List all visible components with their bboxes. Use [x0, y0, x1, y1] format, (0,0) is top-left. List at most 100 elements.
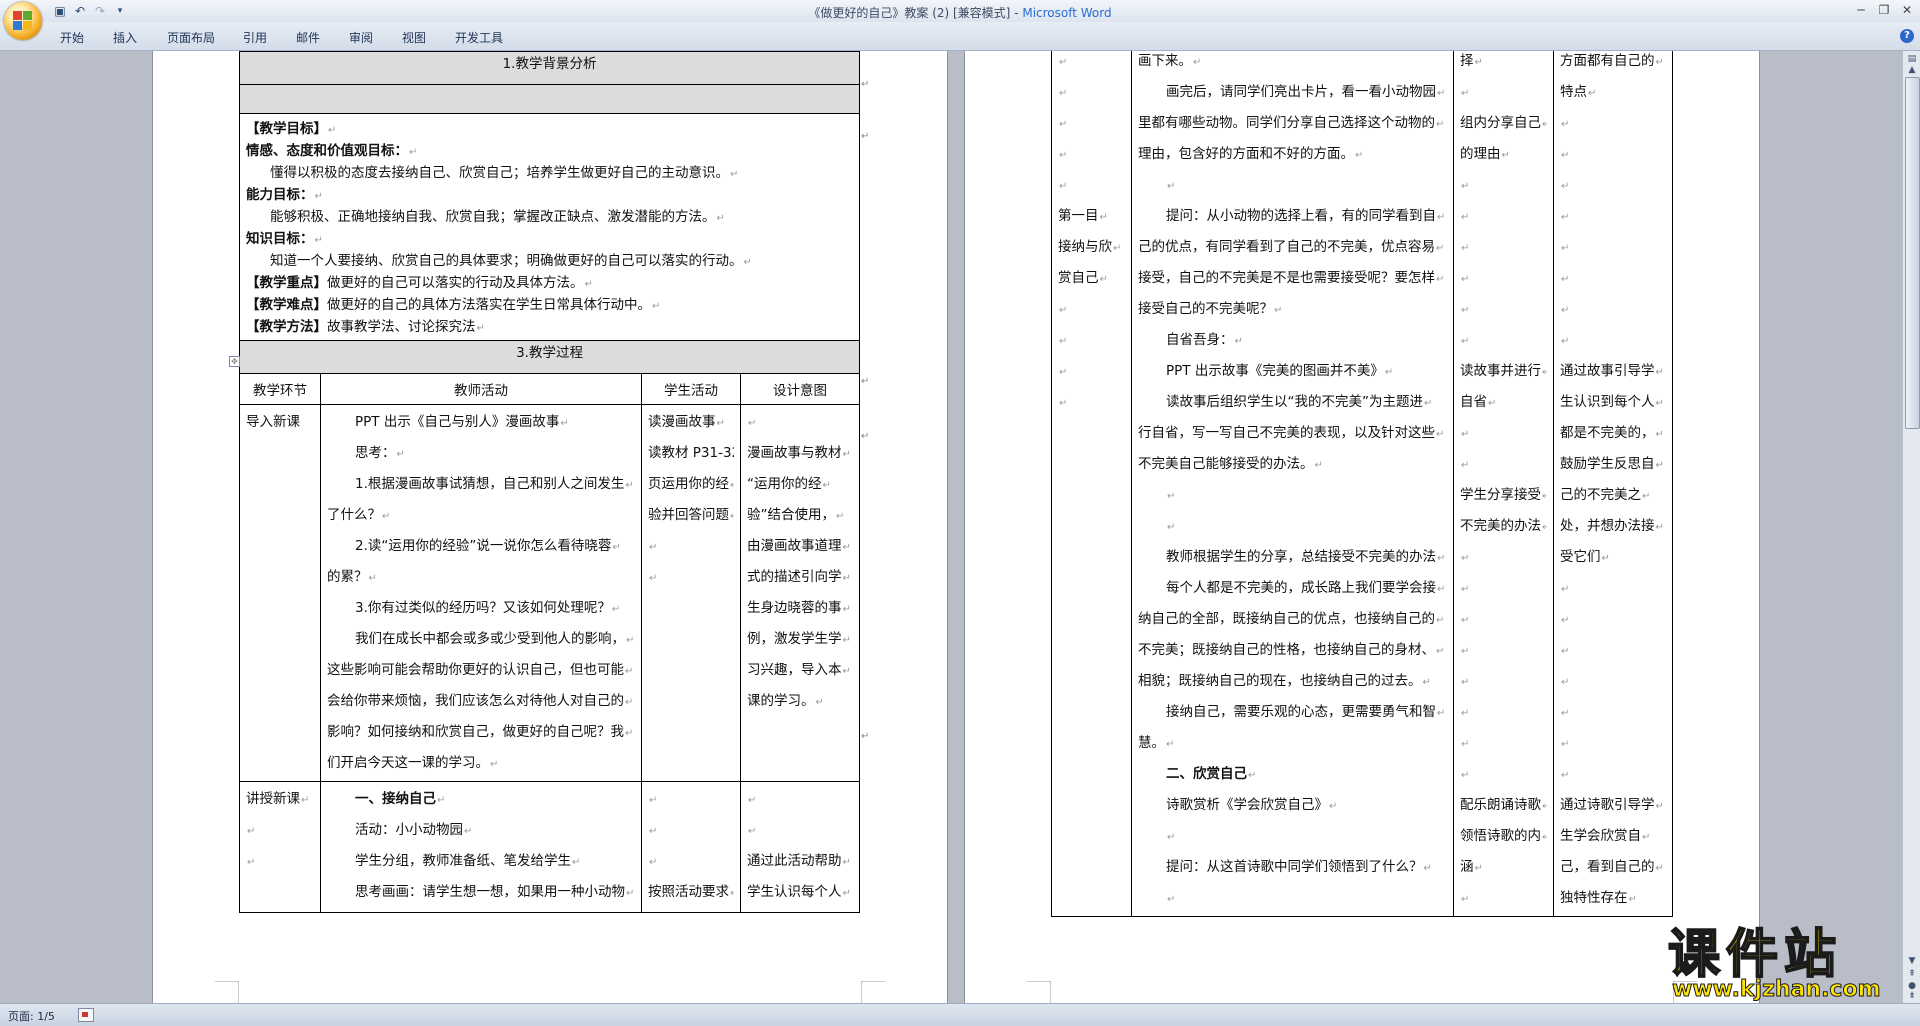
paragraph-mark: ↵ [1167, 832, 1176, 843]
paragraph-mark: ↵ [1461, 646, 1470, 657]
tab-page-layout[interactable]: 页面布局 [167, 29, 215, 46]
student-line: ↵ [1460, 604, 1547, 635]
teacher-line: 纳自己的全部，既接纳自己的优点，也接纳自己的↵ [1138, 604, 1447, 635]
teacher-line-text: 提问：从这首诗歌中同学们领悟到了什么？ [1166, 859, 1423, 875]
stage-line: ↵ [246, 846, 314, 877]
teacher-line: 的累？↵ [327, 562, 635, 593]
paragraph-mark: ↵ [1437, 553, 1446, 564]
design-line-text: 验”结合使用， [747, 507, 835, 523]
paragraph-mark: ↵ [1436, 646, 1445, 657]
paragraph-mark: ↵ [836, 511, 845, 522]
goal-line: 【教学方法】故事教学法、讨论探究法↵ [246, 316, 853, 338]
teacher-line: ↵ [1138, 480, 1447, 511]
paragraph-mark: ↵ [314, 191, 323, 202]
office-button[interactable] [4, 2, 42, 40]
teacher-line-text: 教师根据学生的分享，总结接受不完美的办法 [1166, 549, 1436, 565]
student-line: ↵ [1460, 635, 1547, 666]
design-intro-lines: ↵ 漫画故事与教材↵ “运用你的经↵ 验”结合使用，↵ 由漫画故事道理↵ 式的描述引向学↵… [747, 407, 853, 717]
student-line-text: 的理由 [1460, 146, 1501, 162]
student-line: ↵ [1460, 263, 1547, 294]
student-line: ↵ [1460, 325, 1547, 356]
paragraph-mark: ↵ [730, 888, 734, 899]
student-line: 组内分享自己↵ [1460, 108, 1547, 139]
student-line-text: 学生分享接受 [1460, 487, 1541, 503]
design-line-text: 受它们 [1560, 549, 1601, 565]
tab-insert[interactable]: 插入 [113, 29, 137, 46]
scroll-thumb[interactable] [1905, 77, 1920, 429]
section3-header-row: 3.教学过程 [238, 340, 861, 374]
teacher-line-text: 慧。 [1138, 735, 1165, 751]
stage-intro: 导入新课 [246, 414, 300, 430]
teacher-line-text: 的累？ [327, 569, 368, 585]
student-line: ↵ [1460, 201, 1547, 232]
teacher-line-text: 己的优点，有同学看到了自己的不完美，优点容易 [1138, 239, 1435, 255]
table-move-handle-icon[interactable]: ✥ [229, 356, 240, 367]
stage-line-text: 赏自己 [1058, 270, 1099, 286]
teacher-line: 理由，包含好的方面和不好的方面。↵ [1138, 139, 1447, 170]
restore-icon[interactable]: ❐ [1873, 2, 1895, 18]
teacher-line-text: 每个人都是不完美的，成长路上我们要学会接 [1166, 580, 1436, 596]
tab-review[interactable]: 审阅 [349, 29, 373, 46]
vertical-scrollbar[interactable]: ▤ ▲ ▼ ⇞ ● ⇟ [1902, 51, 1920, 1003]
stage-line: ↵ [1058, 51, 1125, 77]
watermark-url: www.kjzhan.com [1672, 977, 1882, 1003]
paragraph-mark: ↵ [560, 418, 569, 429]
design-line-text: 处，并想办法接 [1560, 518, 1655, 534]
teacher-line-text: 诗歌赏析《学会欣赏自己》 [1166, 797, 1328, 813]
paragraph-mark: ↵ [1461, 739, 1470, 750]
student-line-text: 按照活动要求 [648, 884, 729, 900]
design-line: 通过故事引导学↵ [1560, 356, 1666, 387]
close-icon[interactable]: ✕ [1896, 2, 1918, 18]
paragraph-mark: ↵ [1642, 832, 1651, 843]
teacher-line-text: 里都有哪些动物。同学们分享自己选择这个动物的 [1138, 115, 1435, 131]
student-line-text: 组内分享自己 [1460, 115, 1541, 131]
tab-view[interactable]: 视图 [402, 29, 426, 46]
paragraph-mark: ↵ [842, 635, 851, 646]
student-line: 配乐朗诵诗歌↵ [1460, 790, 1547, 821]
paragraph-mark: ↵ [612, 542, 621, 553]
document-area: 1.教学背景分析 【教学目标】↵ 情感、态度和价值观目标：↵ 懂得以积极的态度去接纳… [0, 51, 1902, 1003]
goal-label: 情感、态度和价值观目标： [246, 143, 408, 159]
cell-stage-cont: ↵ ↵ ↵ ↵ ↵ 第一目↵ 接纳与欣↵ 赏自己↵ ↵ ↵ ↵ ↵ [1051, 51, 1132, 917]
paragraph-mark: ↵ [1461, 429, 1470, 440]
teacher-cont-lines: 画下来。↵ 画完后，请同学们亮出卡片，看一看小动物园↵ 里都有哪些动物。同学们分享自… [1138, 51, 1447, 914]
tab-mailings[interactable]: 邮件 [296, 29, 320, 46]
goal-line: 【教学难点】做更好的自己的具体方法落实在学生日常具体行动中。↵ [246, 294, 853, 316]
paragraph-mark: ↵ [1461, 305, 1470, 316]
student-line-text: 读故事并进行 [1460, 363, 1541, 379]
teacher-line: ↵ [1138, 170, 1447, 201]
paragraph-mark: ↵ [409, 147, 418, 158]
minimize-icon[interactable]: ─ [1850, 2, 1872, 18]
tab-references[interactable]: 引用 [243, 29, 267, 46]
design-line: ↵ [1560, 666, 1666, 697]
paragraph-mark: ↵ [247, 826, 256, 837]
teacher-line-text: 活动：小小动物园 [355, 822, 463, 838]
design-line-text: 式的描述引向学 [747, 569, 842, 585]
student-line-text: 页运用你的经 [648, 476, 729, 492]
tab-developer[interactable]: 开发工具 [455, 29, 503, 46]
student-line: 涵↵ [1460, 852, 1547, 883]
paragraph-mark: ↵ [1167, 522, 1176, 533]
paragraph-mark: ↵ [1542, 801, 1547, 812]
student-line: ↵ [648, 815, 734, 846]
tab-home[interactable]: 开始 [60, 29, 84, 46]
student-line-text: 读漫画故事 [648, 414, 716, 430]
col-teacher: 教师活动 [320, 373, 642, 405]
teacher-line-text: 纳自己的全部，既接纳自己的优点，也接纳自己的 [1138, 611, 1435, 627]
paragraph-mark: ↵ [1059, 181, 1068, 192]
scroll-up-icon[interactable]: ▲ [1906, 65, 1918, 77]
teacher-line-text: 这些影响可能会帮助你更好的认识自己，但也可能 [327, 662, 624, 678]
row-intro: 导入新课 PPT 出示《自己与别人》漫画故事↵ 思考：↵ 1.根据漫画故事试猜想，自… [239, 404, 861, 782]
paragraph-mark: ↵ [301, 795, 310, 806]
paragraph-mark: ↵ [1488, 398, 1497, 409]
help-icon[interactable]: ? [1900, 29, 1914, 43]
student-line: ↵ [1460, 542, 1547, 573]
row-teach: 讲授新课↵ ↵ ↵ 一、接纳自己↵ 活动：小小动物园↵ 学生分组，教师准备纸、笔发给学生… [239, 781, 861, 913]
design-line: ↵ [1560, 263, 1666, 294]
teacher-line: 行自省，写一写自己不完美的表现，以及针对这些↵ [1138, 418, 1447, 449]
page-count[interactable]: 页面: 1/5 [8, 1008, 55, 1024]
row-end-mark: ↵ [861, 131, 870, 142]
paragraph-mark: ↵ [490, 759, 499, 770]
proofing-icon[interactable] [78, 1008, 94, 1022]
teacher-line-text: 行自省，写一写自己不完美的表现，以及针对这些 [1138, 425, 1435, 441]
